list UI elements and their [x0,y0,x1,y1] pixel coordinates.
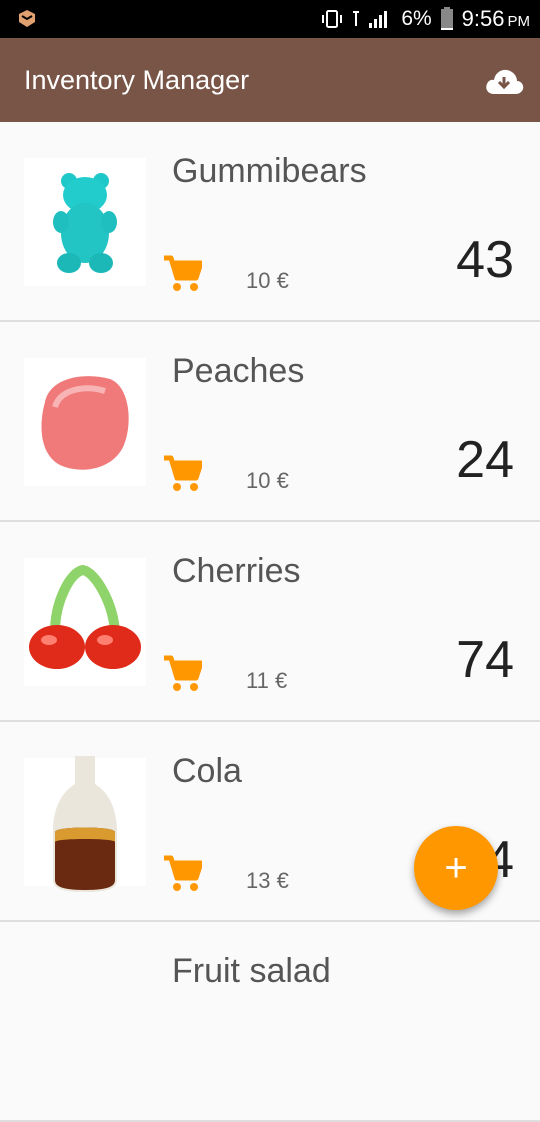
app-bar: Inventory Manager [0,38,540,122]
battery-percent: 6% [401,7,432,30]
clock-ampm: PM [507,13,531,30]
peach-candy-image [24,358,146,486]
add-item-button[interactable]: + [414,826,498,910]
notification-icon [19,10,35,27]
item-quantity: 43 [456,231,514,289]
cart-icon[interactable] [162,854,202,894]
item-name: Cherries [172,552,301,590]
item-name: Gummibears [172,152,367,190]
app-title: Inventory Manager [24,65,250,95]
list-item[interactable]: Fruit salad [0,922,540,1122]
item-quantity: 74 [456,631,514,689]
clock: 9:56 PM [462,6,530,32]
clock-time: 9:56 [461,6,505,31]
add-icon: + [444,845,468,890]
item-price: 10 € [246,468,289,493]
cherry-candy-image [24,558,146,686]
vibrate-icon [322,10,343,28]
battery-icon [440,7,453,30]
cola-bottle-image [24,756,146,892]
list-item[interactable]: Gummibears 10 € 43 [0,122,540,322]
inventory-list: Gummibears 10 € 43 Peaches 10 € 24 Cherr… [0,122,540,1122]
list-item[interactable]: Peaches 10 € 24 [0,322,540,522]
item-name: Fruit salad [172,952,331,990]
cart-icon[interactable] [162,254,202,294]
item-price: 11 € [246,668,288,693]
gummy-bear-image [24,158,146,286]
cloud-download-icon[interactable] [484,66,524,96]
item-price: 13 € [246,868,289,893]
item-quantity: 24 [456,431,514,489]
cart-icon[interactable] [162,654,202,694]
item-name: Cola [172,752,242,790]
signal-icon [353,11,388,28]
item-price: 10 € [246,268,289,293]
item-name: Peaches [172,352,305,390]
list-item[interactable]: Cherries 11 € 74 [0,522,540,722]
status-bar: 6% 9:56 PM [0,0,540,38]
cart-icon[interactable] [162,454,202,494]
